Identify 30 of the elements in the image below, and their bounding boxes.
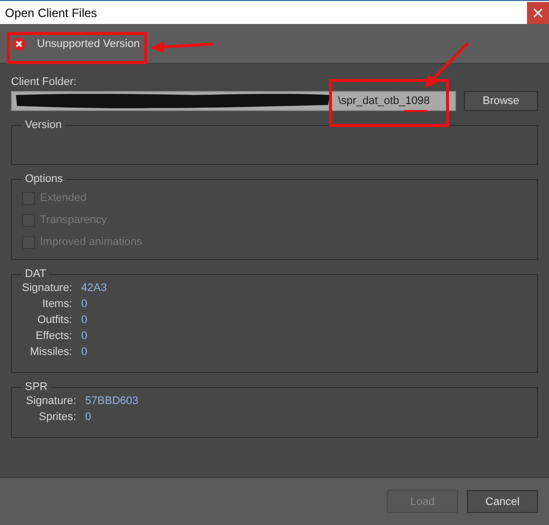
info-label: Effects: (34, 330, 72, 342)
info-value: 0 (81, 346, 88, 358)
info-label: Sprites: (38, 411, 76, 423)
info-value: 57BBD603 (85, 395, 138, 407)
dialog-button[interactable]: Cancel (467, 490, 538, 513)
folder-field[interactable]: \spr_dat_otb_1098 (11, 91, 456, 111)
arrow-drawing (425, 42, 470, 88)
info-value: 0 (81, 298, 88, 310)
error-icon (12, 36, 26, 50)
underline-mark (404, 110, 427, 112)
browse-button[interactable]: Browse (464, 91, 538, 111)
status-message: Unsupported Version (37, 38, 140, 50)
close-icon (533, 8, 543, 18)
info-value: 0 (81, 330, 88, 342)
info-label: Signature: (26, 395, 76, 407)
info-label: Outfits: (36, 314, 72, 326)
info-value: 42A3 (81, 282, 107, 294)
group-title: SPR (24, 381, 49, 393)
field-label: Client Folder: (11, 76, 78, 90)
close-button[interactable] (527, 2, 549, 24)
group-title: Options (24, 173, 64, 185)
info-label: Missiles: (28, 346, 72, 358)
group-title: DAT (24, 268, 48, 280)
info-value: 0 (81, 314, 88, 326)
arrow-drawing (150, 41, 214, 53)
group-title: Version (24, 119, 63, 131)
info-label: Signature: (22, 282, 72, 294)
info-value: 0 (85, 411, 92, 423)
window-title: Open Client Files (4, 6, 98, 20)
info-label: Items: (41, 298, 72, 310)
